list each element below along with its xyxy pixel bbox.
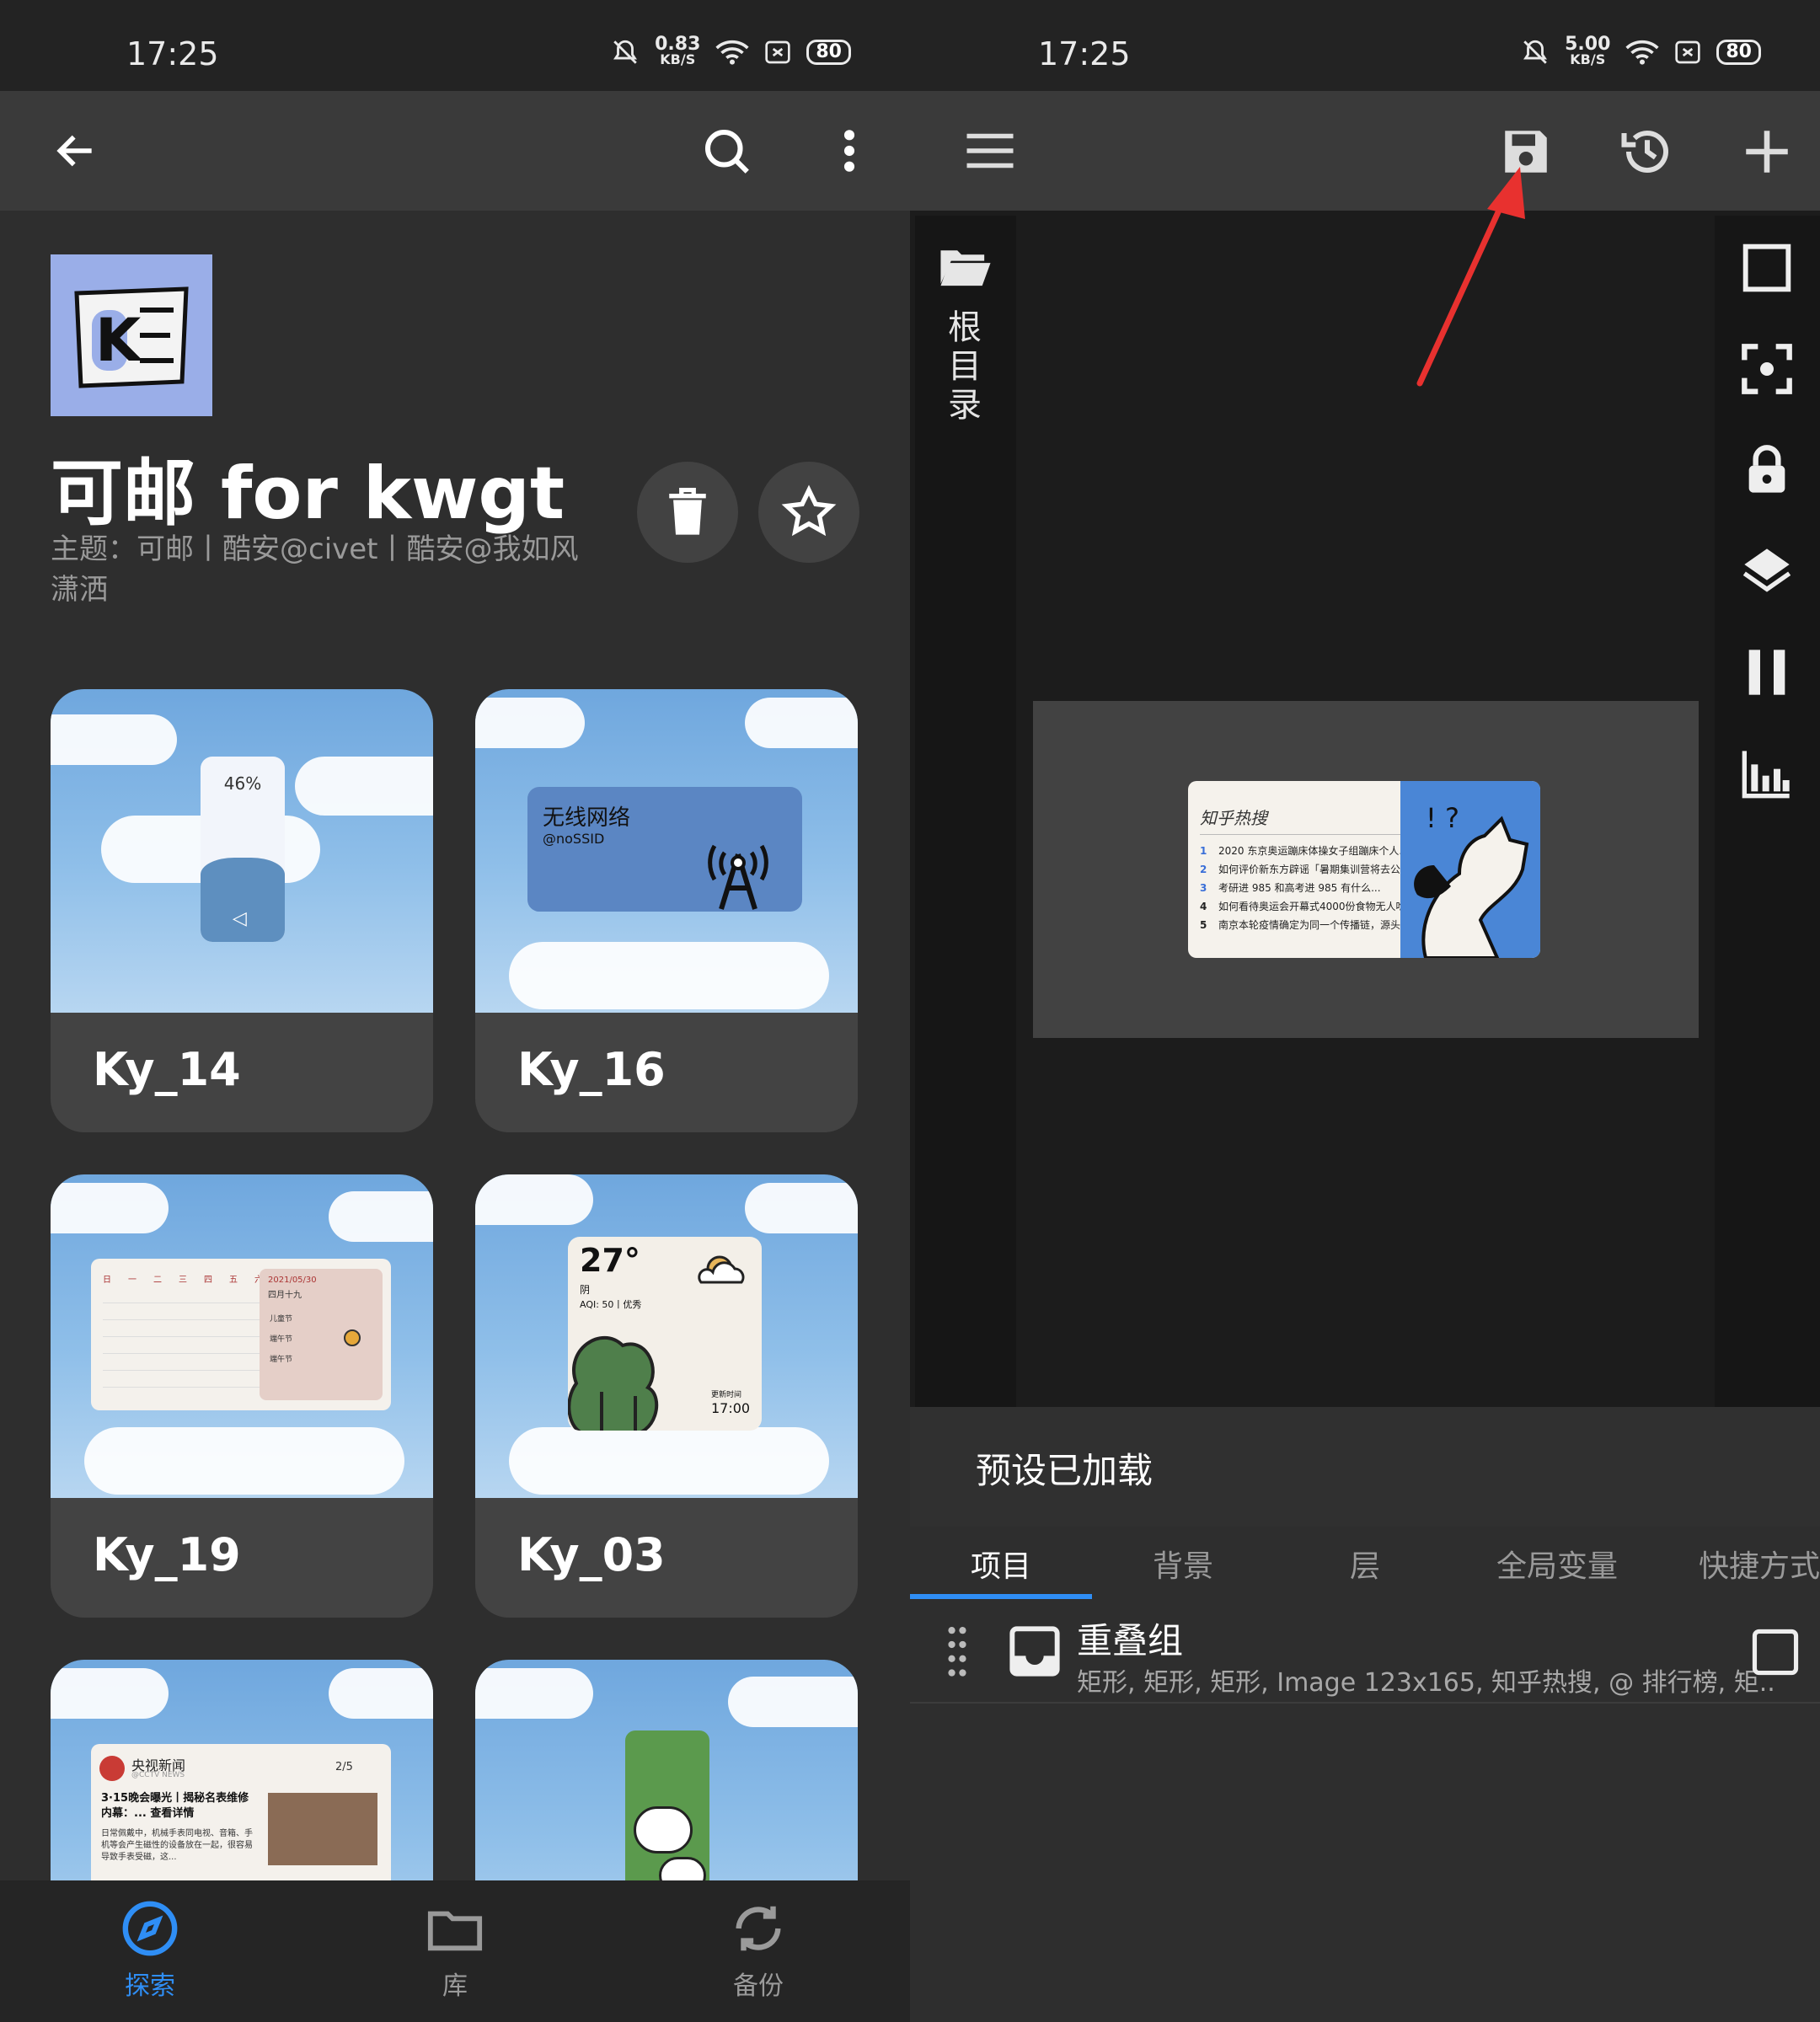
overlap-group-icon [1009,1626,1060,1677]
nav-backup[interactable]: 备份 [674,1899,843,2002]
top-app-bar [0,91,910,211]
svg-text:K: K [95,306,143,375]
sim-icon [765,40,791,64]
preset-card-ky16[interactable]: 无线网络 @noSSID Ky_16 [475,689,858,1132]
wifi-icon [715,40,749,65]
list-item[interactable]: 重叠组 矩形, 矩形, 矩形, Image 123x165, 知乎热搜, @ 排… [910,1601,1820,1704]
preset-subtitle: 主题：可邮丨酷安@civet丨酷安@我如风潇洒 [51,532,579,607]
zhihu-hot-widget[interactable]: 知乎热搜 1 2020 东京奥运蹦床体操女子组蹦床个人... 2 如何评价新东方辟谣… [1188,781,1540,958]
hot-item: 1 2020 东京奥运蹦床体操女子组蹦床个人... [1200,845,1409,857]
cloudy-icon [698,1255,745,1284]
preset-card-ky14[interactable]: 46% ◁ Ky_14 [51,689,433,1132]
preset-logo: K [51,254,212,416]
annotation-arrow [1416,167,1525,387]
checkbox-icon[interactable] [1749,1626,1801,1678]
card-name: Ky_19 [93,1528,241,1581]
pause-icon[interactable] [1740,645,1794,699]
tab-items[interactable]: 项目 [971,1542,1031,1586]
nav-label: 库 [442,1971,468,2001]
tab-globals[interactable]: 全局变量 [1496,1542,1618,1586]
preset-card-ky19[interactable]: 日一二三四五六 2021/05/30 四月十九 儿童节 端午节 端午节 Ky_19 [51,1174,433,1618]
delete-button[interactable] [637,462,738,563]
drag-handle-icon[interactable] [945,1626,969,1678]
weather-widget: 27° 阴 AQI: 50丨优秀 更新时间 17:00 [568,1237,762,1431]
layers-icon[interactable] [1740,544,1794,598]
item-subtitle: 矩形, 矩形, 矩形, Image 123x165, 知乎热搜, @ 排行榜, … [1077,1668,1775,1698]
nav-explore[interactable]: 探索 [66,1899,234,2002]
tab-layer[interactable]: 层 [1350,1542,1380,1586]
more-vert-icon[interactable] [816,121,883,180]
hot-item: 4 如何看待奥运会开幕式4000份食物无人吃... [1200,901,1410,912]
compass-icon [122,1901,178,1956]
volume-widget: 46% ◁ [201,757,285,942]
hot-item: 2 如何评价新东方辟谣「暑期集训营将去公海集... [1200,864,1410,875]
calendar-widget: 日一二三四五六 2021/05/30 四月十九 儿童节 端午节 端午节 [91,1259,391,1410]
speaker-icon: ◁ [233,908,247,929]
folder-icon [427,1911,483,1951]
sync-icon [736,1906,781,1951]
card-preview: 日一二三四五六 2021/05/30 四月十九 儿童节 端午节 端午节 [51,1174,433,1498]
trash-icon [669,488,706,535]
hot-item: 3 考研进 985 和高考进 985 有什么... [1200,882,1381,894]
nav-label: 探索 [125,1971,175,2001]
tab-shortcuts[interactable]: 快捷方式 [1699,1542,1820,1586]
hot-item: 5 南京本轮疫情确定为同一个传播链，源头为俄... [1200,919,1410,931]
net-speed: 0.83 KB/S [655,34,701,67]
preset-card-ky03[interactable]: 27° 阴 AQI: 50丨优秀 更新时间 17:00 Ky_03 [475,1174,858,1618]
status-message: 预设已加载 [910,1407,1820,1527]
star-outline-icon [781,484,837,537]
card-preview: 无线网络 @noSSID [475,689,858,1013]
nav-label: 备份 [733,1971,784,2001]
kwgt-preset-detail-screen: 17:25 0.83 KB/S 80 K 可邮 for kwgt 主题：可邮丨酷安… [0,0,910,2022]
favorite-button[interactable] [758,462,859,563]
preset-title: 可邮 for kwgt [51,452,565,536]
card-name: Ky_14 [93,1043,241,1096]
dog-illustration: ! ? [1400,781,1540,958]
status-time: 17:25 [126,35,219,72]
kwgt-editor-screen: 17:25 5.00 KB/S 80 根目录 知乎热搜 1 2020 东京奥运蹦… [910,0,1820,2022]
item-title: 重叠组 [1077,1620,1184,1661]
svg-text:! ?: ! ? [1426,802,1459,834]
lock-icon[interactable] [1740,443,1794,497]
card-name: Ky_03 [517,1528,666,1581]
mute-bell-icon [613,40,638,64]
bar-chart-icon[interactable] [1740,746,1794,800]
widget-title: 知乎热搜 [1200,805,1410,835]
widget-preview-area: 知乎热搜 1 2020 东京奥运蹦床体操女子组蹦床个人... 2 如何评价新东方辟谣… [1033,701,1699,1038]
battery-indicator: 80 [806,40,851,65]
trees-icon [568,1335,659,1431]
bottom-navigation: 探索 库 备份 [0,1880,910,2022]
card-name: Ky_16 [517,1043,666,1096]
tab-background[interactable]: 背景 [1153,1542,1213,1586]
tab-indicator [910,1594,1092,1599]
card-preview: 46% ◁ [51,689,433,1013]
status-bar: 17:25 0.83 KB/S 80 [0,0,910,91]
editor-tabs: 项目 背景 层 全局变量 快捷方式 [910,1527,1820,1599]
back-arrow-icon[interactable] [42,121,110,180]
antenna-icon [708,844,768,910]
nav-library[interactable]: 库 [371,1899,539,2002]
wifi-widget: 无线网络 @noSSID [527,787,802,912]
card-preview: 27° 阴 AQI: 50丨优秀 更新时间 17:00 [475,1174,858,1498]
search-icon[interactable] [693,121,760,180]
